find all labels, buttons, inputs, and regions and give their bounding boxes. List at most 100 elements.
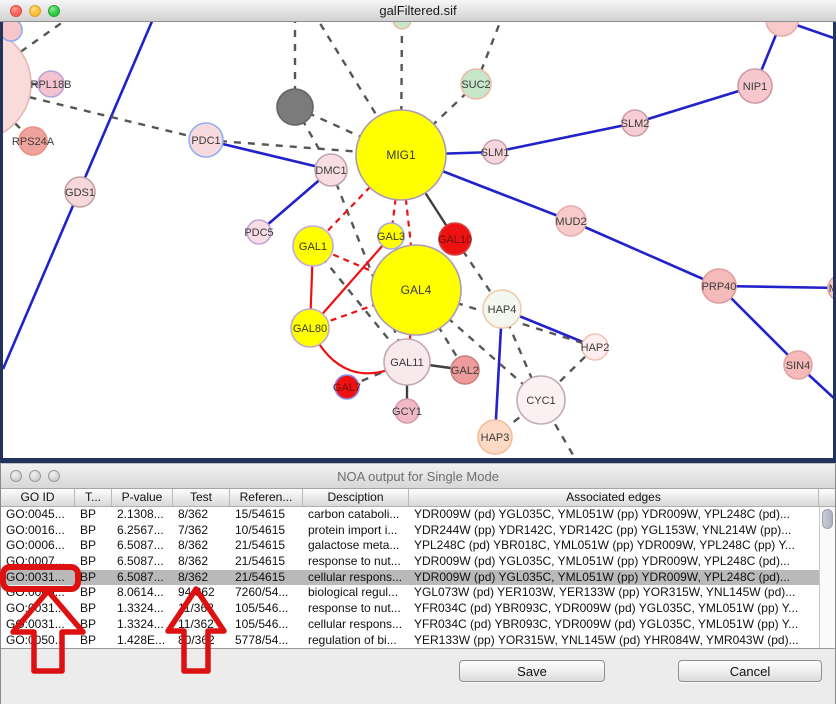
minimize-button[interactable] bbox=[29, 5, 41, 17]
cell: BP bbox=[75, 570, 112, 586]
edge-pp_blue[interactable] bbox=[635, 86, 755, 123]
cell: GO:0031... bbox=[1, 601, 75, 617]
node-label-RPS24A: RPS24A bbox=[12, 136, 55, 148]
network-svg[interactable]: RPL18BRPS24AGDS1PDC1MIG1SUC2SLM1DMC1NIP1… bbox=[3, 22, 833, 458]
graph-window: galFiltered.sif RPL18B RPS24A GDS1 PDC1 MIG1… bbox=[0, 0, 836, 463]
cell: response to nut... bbox=[303, 601, 409, 617]
table-row-5[interactable]: GO:0065...BP8.0614...94/3627260/54...bio… bbox=[1, 585, 835, 601]
cancel-button[interactable]: Cancel bbox=[678, 660, 822, 682]
node-label-HAP4: HAP4 bbox=[488, 304, 517, 316]
node-label-SLM1: SLM1 bbox=[481, 147, 510, 159]
node-label-GAL2: GAL2 bbox=[451, 365, 479, 377]
graph-window-titlebar: galFiltered.sif bbox=[0, 0, 836, 22]
column-header-5[interactable]: Desciption bbox=[303, 489, 409, 506]
cell: YDR009W (pd) YGL035C, YML051W (pp) YDR00… bbox=[409, 554, 819, 570]
node-label-PDC5: PDC5 bbox=[244, 227, 273, 239]
table-row-2[interactable]: GO:0006...BP6.5087...8/36221/54615galact… bbox=[1, 538, 835, 554]
cell: BP bbox=[75, 585, 112, 601]
column-header-1[interactable]: T... bbox=[75, 489, 112, 506]
cell: YDR009W (pd) YGL035C, YML051W (pp) YDR00… bbox=[409, 507, 819, 523]
cell: GO:0065... bbox=[1, 585, 75, 601]
cell: BP bbox=[75, 507, 112, 523]
node-label-GAL10: GAL10 bbox=[438, 234, 472, 246]
table-row-8[interactable]: GO:0050...BP1.428E...80/3625778/54...reg… bbox=[1, 633, 835, 649]
cell: BP bbox=[75, 633, 112, 649]
cell: galactose meta... bbox=[303, 538, 409, 554]
node-label-GAL3: GAL3 bbox=[377, 231, 405, 243]
node-bigleft[interactable] bbox=[3, 28, 31, 140]
cell: 10/54615 bbox=[230, 523, 303, 539]
cell: YFR034C (pd) YBR093C, YDR009W (pd) YGL03… bbox=[409, 601, 819, 617]
cell: GO:0050... bbox=[1, 633, 75, 649]
node-corner[interactable] bbox=[3, 22, 22, 41]
column-header-4[interactable]: Referen... bbox=[230, 489, 303, 506]
cell: BP bbox=[75, 554, 112, 570]
table-body: GO:0045...BP2.1308...8/36215/54615carbon… bbox=[1, 507, 835, 648]
cell: 105/546... bbox=[230, 617, 303, 633]
node-label-RPL18B: RPL18B bbox=[31, 79, 72, 91]
node-label-GCY1: GCY1 bbox=[392, 406, 422, 418]
edge-pp_blue[interactable] bbox=[495, 123, 635, 152]
node-label-NIP1: NIP1 bbox=[743, 81, 767, 93]
node-label-MUD2: MUD2 bbox=[555, 216, 586, 228]
noa-results-table: GO IDT...P-valueTestReferen...Desciption… bbox=[1, 489, 835, 649]
close-button-inactive[interactable] bbox=[10, 470, 22, 482]
cell: GO:0031... bbox=[1, 617, 75, 633]
node-label-SIN4: SIN4 bbox=[786, 360, 810, 372]
table-row-4[interactable]: GO:0031...BP6.5087...8/36221/54615cellul… bbox=[1, 570, 835, 586]
minimize-button-inactive[interactable] bbox=[29, 470, 41, 482]
column-header-3[interactable]: Test bbox=[173, 489, 230, 506]
scrollbar-thumb[interactable] bbox=[822, 509, 833, 529]
cell: BP bbox=[75, 617, 112, 633]
cell: cellular respons... bbox=[303, 570, 409, 586]
cell: 6.5087... bbox=[112, 538, 173, 554]
node-graynode[interactable] bbox=[277, 89, 313, 125]
column-header-filler bbox=[819, 489, 835, 506]
node-label-SLM2: SLM2 bbox=[621, 118, 650, 130]
cell: response to nut... bbox=[303, 554, 409, 570]
edge-pp_blue[interactable] bbox=[571, 221, 719, 286]
noa-window-title: NOA output for Single Mode bbox=[1, 464, 835, 489]
noa-window-titlebar: NOA output for Single Mode bbox=[1, 464, 835, 489]
maximize-button-inactive[interactable] bbox=[48, 470, 60, 482]
cell: GO:0016... bbox=[1, 523, 75, 539]
table-row-0[interactable]: GO:0045...BP2.1308...8/36215/54615carbon… bbox=[1, 507, 835, 523]
vertical-scrollbar[interactable] bbox=[819, 507, 835, 648]
cell: GO:0006... bbox=[1, 538, 75, 554]
cell: 8.0614... bbox=[112, 585, 173, 601]
column-header-0[interactable]: GO ID bbox=[1, 489, 75, 506]
cell: 11/362 bbox=[173, 617, 230, 633]
node-label-PRP40: PRP40 bbox=[702, 281, 737, 293]
cell: regulation of bi... bbox=[303, 633, 409, 649]
network-canvas[interactable]: RPL18BRPS24AGDS1PDC1MIG1SUC2SLM1DMC1NIP1… bbox=[0, 22, 836, 463]
cell: YPL248C (pd) YBR018C, YML051W (pp) YDR00… bbox=[409, 538, 819, 554]
cell: 8/362 bbox=[173, 507, 230, 523]
close-button[interactable] bbox=[10, 5, 22, 17]
node-label-GAL7: GAL7 bbox=[333, 382, 361, 394]
cell: 1.3324... bbox=[112, 617, 173, 633]
table-header-row: GO IDT...P-valueTestReferen...Desciption… bbox=[1, 489, 835, 507]
node-label-PDC1: PDC1 bbox=[191, 135, 220, 147]
node-label-GDS1: GDS1 bbox=[65, 187, 95, 199]
table-row-6[interactable]: GO:0031...BP1.3324...11/362105/546...res… bbox=[1, 601, 835, 617]
maximize-button[interactable] bbox=[48, 5, 60, 17]
column-header-6[interactable]: Associated edges bbox=[409, 489, 819, 506]
table-row-3[interactable]: GO:0007...BP6.5087...8/36221/54615respon… bbox=[1, 554, 835, 570]
node-label-DMC1: DMC1 bbox=[315, 165, 346, 177]
cell: 6.2567... bbox=[112, 523, 173, 539]
node-topgreen[interactable] bbox=[393, 22, 411, 29]
cell: 1.428E... bbox=[112, 633, 173, 649]
cell: GO:0045... bbox=[1, 507, 75, 523]
cell: 8/362 bbox=[173, 554, 230, 570]
node-toppink[interactable] bbox=[766, 22, 798, 36]
cell: BP bbox=[75, 523, 112, 539]
save-button[interactable]: Save bbox=[459, 660, 605, 682]
cell: 7260/54... bbox=[230, 585, 303, 601]
column-header-2[interactable]: P-value bbox=[112, 489, 173, 506]
cell: BP bbox=[75, 601, 112, 617]
node-label-MIG1: MIG1 bbox=[386, 148, 416, 162]
noa-window: NOA output for Single Mode GO IDT...P-va… bbox=[0, 463, 836, 704]
table-row-1[interactable]: GO:0016...BP6.2567...7/36210/54615protei… bbox=[1, 523, 835, 539]
table-row-7[interactable]: GO:0031...BP1.3324...11/362105/546...cel… bbox=[1, 617, 835, 633]
cell: biological regul... bbox=[303, 585, 409, 601]
